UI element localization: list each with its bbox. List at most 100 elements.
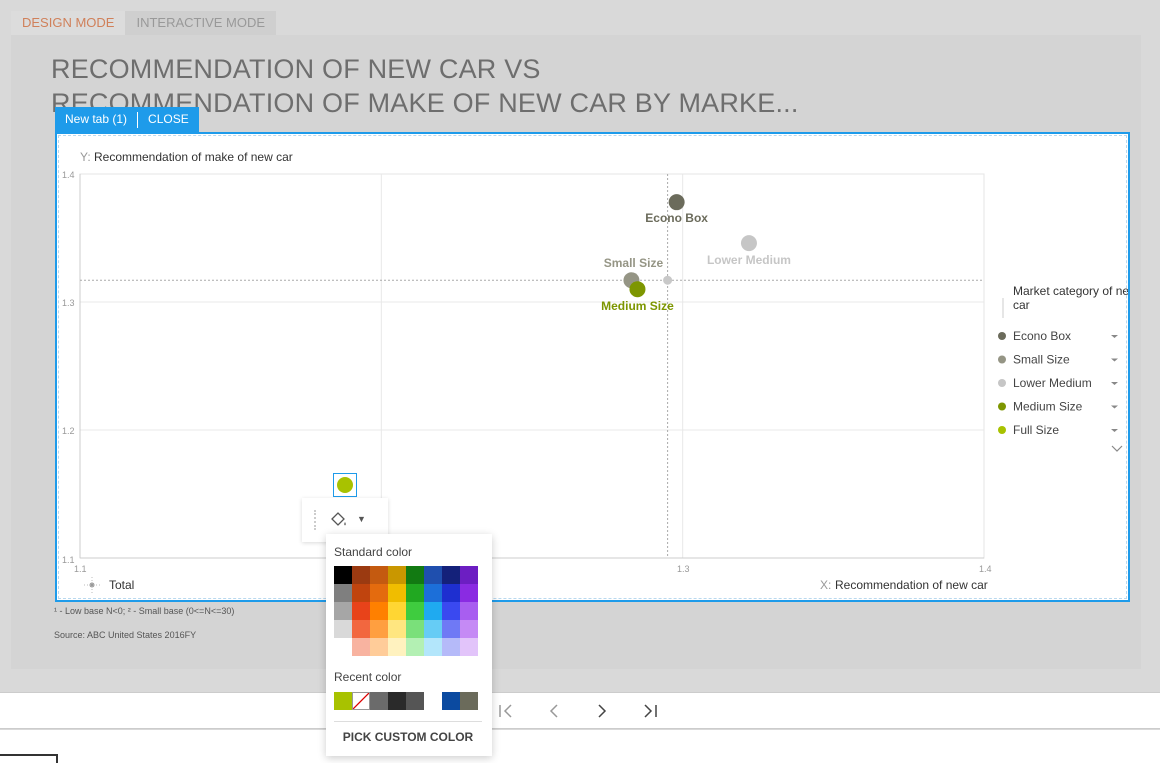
recent-color-swatch[interactable] [424,692,442,710]
color-swatch[interactable] [442,638,460,656]
legend-scroll-down-icon[interactable] [1111,445,1123,452]
legend-swatch [998,332,1006,340]
drag-handle[interactable] [314,510,316,530]
legend-dropdown-icon[interactable] [1111,335,1118,338]
x-axis-prefix: X: [820,578,831,592]
bottom-panel [0,730,1160,763]
color-swatch[interactable] [424,620,442,638]
color-swatch[interactable] [388,602,406,620]
legend-dropdown-icon[interactable] [1111,382,1118,385]
color-swatch[interactable] [442,620,460,638]
color-swatch[interactable] [406,602,424,620]
tab-interactive-mode[interactable]: INTERACTIVE MODE [125,11,277,35]
legend-item[interactable]: Lower Medium [998,376,1118,390]
next-page-icon[interactable] [590,701,614,723]
close-button[interactable]: CLOSE [138,107,199,132]
color-swatch[interactable] [460,620,478,638]
legend-label: Medium Size [1013,400,1083,414]
color-picker-popup: Standard color Recent color PICK CUSTOM … [326,534,492,756]
recent-color-swatch[interactable] [460,692,478,710]
y-axis-label: Recommendation of make of new car [94,150,293,164]
legend-item[interactable]: Medium Size [998,400,1118,414]
color-swatch[interactable] [406,584,424,602]
color-swatch[interactable] [460,638,478,656]
recent-color-swatch[interactable] [406,692,424,710]
no-color-swatch[interactable] [352,692,370,710]
data-points: Econo Box Small Size Lower Medium Medium Si… [601,194,791,313]
full-size-point[interactable] [337,477,353,493]
chevron-down-icon[interactable]: ▼ [357,512,369,526]
color-swatch[interactable] [406,638,424,656]
recent-color-row [334,692,478,710]
legend-swatch [998,355,1006,364]
color-swatch[interactable] [460,584,478,602]
color-swatch[interactable] [352,566,370,584]
color-swatch[interactable] [370,566,388,584]
chart-container[interactable]: Y: Recommendation of make of new car X: … [55,132,1138,602]
data-point[interactable] [740,235,757,252]
color-swatch[interactable] [334,602,352,620]
legend-dropdown-icon[interactable] [1111,405,1118,409]
x-tick-label: 1.3 [677,564,690,574]
legend-item[interactable]: Full Size [998,423,1118,437]
data-point[interactable] [668,194,685,211]
color-swatch[interactable] [388,566,406,584]
bottom-panel-tab[interactable] [0,754,58,763]
prev-page-icon[interactable] [542,701,566,723]
tab-design-mode[interactable]: DESIGN MODE [11,11,126,35]
paint-bucket-icon[interactable] [328,510,350,530]
color-swatch[interactable] [352,602,370,620]
color-swatch[interactable] [388,620,406,638]
color-swatch[interactable] [370,620,388,638]
color-swatch[interactable] [388,638,406,656]
data-label: Lower Medium [707,253,791,267]
color-swatch[interactable] [406,620,424,638]
color-swatch[interactable] [424,638,442,656]
color-swatch[interactable] [334,638,352,656]
color-swatch[interactable] [352,584,370,602]
recent-color-swatch[interactable] [370,692,388,710]
footnote: ¹ - Low base N<0; ² - Small base (0<=N<=… [54,606,235,616]
legend-item[interactable]: Econo Box [998,329,1118,343]
color-swatch[interactable] [460,566,478,584]
y-tick-label: 1.3 [62,298,75,308]
color-swatch[interactable] [442,602,460,620]
selected-point-full-size[interactable] [333,473,357,497]
chart-tab[interactable]: New tab (1) [55,107,137,132]
chart-grid [79,173,985,559]
color-swatch[interactable] [406,566,424,584]
color-swatch[interactable] [352,620,370,638]
total-label: Total [109,578,134,592]
legend-item[interactable]: Small Size [998,353,1118,367]
pick-custom-color-button[interactable]: PICK CUSTOM COLOR [334,721,482,744]
color-swatch[interactable] [370,602,388,620]
last-page-icon[interactable] [638,701,662,723]
color-swatch[interactable] [442,584,460,602]
legend-dropdown-icon[interactable] [1111,358,1118,362]
average-point [663,275,673,285]
color-swatch[interactable] [370,638,388,656]
legend-dropdown-icon[interactable] [1111,429,1118,432]
color-swatch[interactable] [370,584,388,602]
color-swatch[interactable] [424,584,442,602]
legend-swatch [998,402,1006,411]
first-page-icon[interactable] [494,701,518,723]
recent-color-swatch[interactable] [388,692,406,710]
color-swatch[interactable] [334,620,352,638]
color-swatch[interactable] [388,584,406,602]
source-note: Source: ABC United States 2016FY [54,630,197,640]
color-swatch[interactable] [334,566,352,584]
chart-tab-bar: New tab (1) CLOSE [55,107,199,132]
color-swatch[interactable] [424,602,442,620]
color-swatch[interactable] [460,602,478,620]
recent-color-swatch[interactable] [442,692,460,710]
data-label: Small Size [604,256,664,270]
color-swatch[interactable] [442,566,460,584]
recent-color-swatch[interactable] [334,692,352,710]
data-point[interactable] [629,281,646,298]
color-swatch[interactable] [352,638,370,656]
color-swatch[interactable] [334,584,352,602]
total-marker[interactable]: Total [84,577,134,593]
color-swatch[interactable] [424,566,442,584]
data-label: Econo Box [645,211,708,225]
